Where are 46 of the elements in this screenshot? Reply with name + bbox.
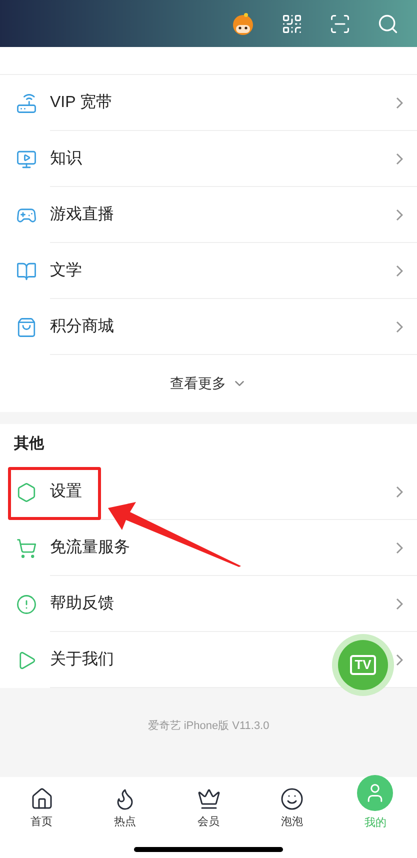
- exclamation-icon: [16, 594, 36, 614]
- chevron-icon: [396, 97, 403, 109]
- video-screen-icon: [16, 148, 36, 170]
- chevron-icon: [396, 209, 403, 221]
- menu-label: 文学: [50, 260, 82, 281]
- tab-item[interactable]: 首页: [0, 787, 84, 830]
- face-icon: [280, 787, 304, 811]
- tab-item[interactable]: 热点: [83, 787, 167, 830]
- chevron-icon: [396, 598, 403, 610]
- router-icon: [16, 92, 36, 114]
- menu-row[interactable]: VIP 宽带: [0, 75, 417, 131]
- hexagon-icon: [16, 482, 36, 502]
- mascot-avatar-icon[interactable]: [231, 12, 255, 36]
- menu-label: 设置: [50, 482, 82, 502]
- menu-row[interactable]: 免流量服务: [0, 520, 417, 576]
- chevron-icon: [396, 654, 403, 666]
- menu-label: 游戏直播: [50, 204, 114, 225]
- section-title: 其他: [13, 434, 45, 454]
- see-more-button[interactable]: 查看更多: [0, 355, 417, 412]
- tab-item[interactable]: 会员: [166, 787, 250, 830]
- home-icon: [30, 787, 54, 811]
- menu-row[interactable]: 游戏直播: [0, 187, 417, 243]
- menu-label: 关于我们: [50, 650, 114, 670]
- tab-item[interactable]: 泡泡: [250, 787, 334, 830]
- qr-code-icon[interactable]: [281, 12, 303, 34]
- chevron-icon: [396, 542, 403, 554]
- menu-label: 知识: [50, 149, 82, 169]
- menu-label: VIP 宽带: [50, 92, 112, 113]
- search-icon[interactable]: [377, 12, 399, 34]
- menu-row[interactable]: 知识: [0, 131, 417, 187]
- chevron-icon: [396, 265, 403, 277]
- menu-row[interactable]: 文学: [0, 243, 417, 299]
- shopping-bag-icon: [16, 316, 36, 338]
- menu-label: 帮助反馈: [50, 594, 114, 614]
- chevron-icon: [396, 321, 403, 333]
- scan-icon[interactable]: [329, 12, 351, 34]
- crown-icon: [196, 787, 221, 811]
- menu-row[interactable]: 帮助反馈: [0, 576, 417, 632]
- chevron-icon: [396, 153, 403, 165]
- chevron-icon: [396, 486, 403, 498]
- menu-label: 免流量服务: [50, 538, 130, 558]
- menu-row[interactable]: 积分商城: [0, 299, 417, 355]
- menu-label: 积分商城: [50, 316, 114, 337]
- open-book-icon: [16, 260, 36, 282]
- version-text: 爱奇艺 iPhone版 V11.3.0: [148, 719, 270, 734]
- cart-icon: [16, 538, 36, 558]
